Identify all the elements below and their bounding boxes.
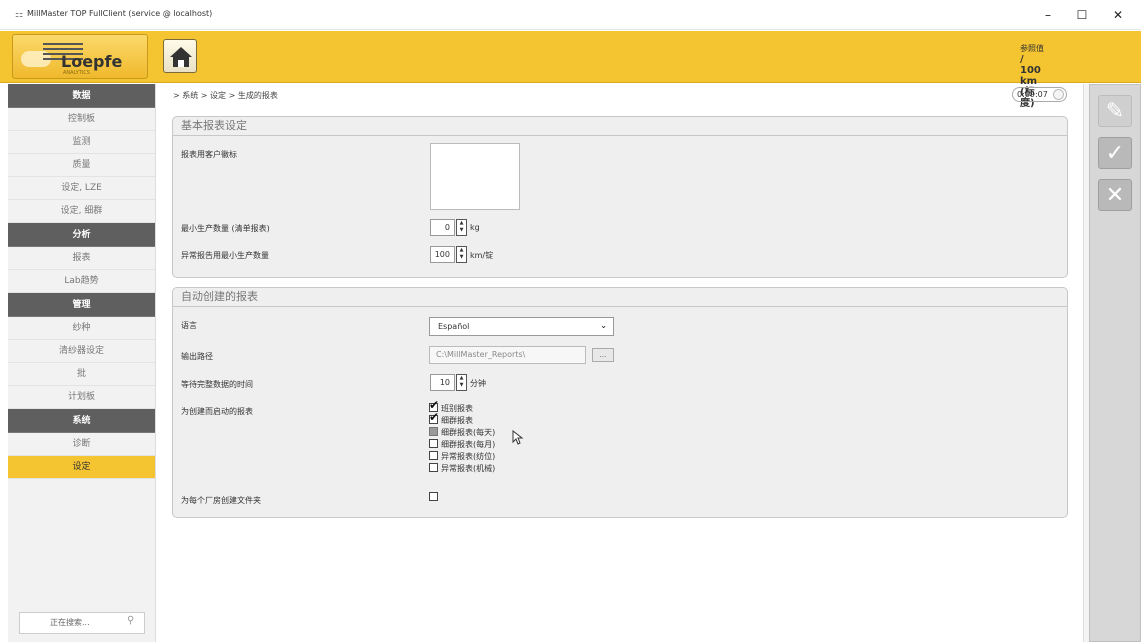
report-label: 细群报表(每月) — [441, 440, 496, 449]
report-label: 异常报表(纺位) — [441, 452, 496, 461]
mouse-cursor-icon — [512, 430, 524, 445]
language-selected-value: Español — [438, 322, 470, 331]
minimize-button[interactable]: – — [1034, 5, 1062, 25]
create-folder-checkbox[interactable] — [429, 492, 441, 502]
close-window-button[interactable]: ✕ — [1104, 5, 1132, 25]
report-checkbox-exception-position[interactable]: 异常报表(纺位) — [429, 451, 495, 462]
exception-min-production-unit: km/锭 — [470, 251, 494, 260]
sidebar-item-monitor[interactable]: 监测 — [8, 131, 155, 154]
sidebar-item-lab-trend[interactable]: Lab趋势 — [8, 270, 155, 293]
sidebar-item-settings-cluster[interactable]: 设定, 细群 — [8, 200, 155, 223]
checkbox-unchecked-icon[interactable] — [429, 492, 438, 501]
sidebar-section-system[interactable]: 系统 — [8, 409, 155, 433]
app-icon: ⚏ — [15, 10, 24, 20]
reference-unit: 参照值 / 100 km (标度) — [1020, 43, 1044, 109]
timer-icon — [1053, 89, 1064, 100]
output-path-label: 输出路径 — [181, 352, 213, 361]
language-label: 语言 — [181, 321, 197, 330]
checkmark-icon: ✓ — [1105, 141, 1125, 166]
sidebar-item-quality[interactable]: 质量 — [8, 154, 155, 177]
sidebar-item-diagnostics[interactable]: 诊断 — [8, 433, 155, 456]
breadcrumb: > 系统 > 设定 > 生成的报表 — [173, 91, 278, 100]
wait-time-stepper[interactable]: ▲ ▼ — [456, 374, 467, 391]
edit-button[interactable]: ✎ — [1098, 95, 1132, 127]
confirm-button[interactable]: ✓ — [1098, 137, 1132, 169]
right-toolbar: ✎ ✓ ✕ — [1083, 84, 1141, 642]
session-timer-value: 0:09:07 — [1017, 90, 1048, 99]
wait-time-input[interactable]: 10 — [430, 374, 455, 391]
min-production-unit: kg — [470, 223, 480, 232]
brand-name: Loepfe — [61, 52, 123, 71]
report-checkbox-cluster[interactable]: 细群报表 — [429, 410, 473, 426]
window-title: MillMaster TOP FullClient (service @ loc… — [27, 9, 213, 18]
report-label: 细群报表 — [441, 416, 473, 425]
sidebar-section-management[interactable]: 管理 — [8, 293, 155, 317]
report-label: 班别报表 — [441, 404, 473, 413]
sidebar-item-dashboard[interactable]: 控制板 — [8, 108, 155, 131]
basic-settings-title: 基本报表设定 — [173, 117, 1067, 136]
search-icon[interactable]: ⚲ — [127, 615, 134, 626]
exception-min-production-input[interactable]: 100 — [430, 246, 455, 263]
min-production-stepper[interactable]: ▲ ▼ — [456, 219, 467, 236]
browse-button[interactable]: ... — [592, 348, 614, 362]
auto-reports-panel: 自动创建的报表 语言 Español ⌄ 输出路径 C:\MillMaster_… — [172, 287, 1068, 518]
checkbox-checked-icon[interactable] — [429, 410, 439, 424]
output-path-field[interactable]: C:\MillMaster_Reports\ — [429, 346, 586, 364]
sidebar-item-reports[interactable]: 报表 — [8, 247, 155, 270]
reference-unit-label: 参照值 — [1020, 44, 1044, 53]
checkbox-unchecked-icon[interactable] — [429, 439, 438, 448]
maximize-button[interactable]: ☐ — [1068, 5, 1096, 25]
sidebar-section-data[interactable]: 数据 — [8, 84, 155, 108]
report-label: 异常报表(机械) — [441, 464, 496, 473]
sidebar-section-analysis[interactable]: 分析 — [8, 223, 155, 247]
min-production-input[interactable]: 0 — [430, 219, 455, 236]
cancel-button[interactable]: ✕ — [1098, 179, 1132, 211]
home-icon — [170, 47, 192, 67]
sidebar: 数据 控制板 监测 质量 设定, LZE 设定, 细群 分析 报表 Lab趋势 … — [8, 84, 156, 642]
action-panel: ✎ ✓ ✕ — [1089, 84, 1141, 642]
home-button[interactable] — [163, 39, 197, 73]
close-icon: ✕ — [1105, 183, 1125, 208]
auto-reports-title: 自动创建的报表 — [173, 288, 1067, 307]
enabled-reports-label: 为创建而启动的报表 — [181, 407, 253, 416]
checkbox-indeterminate-icon[interactable] — [429, 427, 438, 436]
report-label: 细群报表(每天) — [441, 428, 496, 437]
sidebar-item-yarn-types[interactable]: 纱种 — [8, 317, 155, 340]
report-checkbox-cluster-monthly[interactable]: 细群报表(每月) — [429, 439, 495, 450]
create-folder-label: 为每个厂房创建文件夹 — [181, 496, 261, 505]
report-checkbox-exception-machine[interactable]: 异常报表(机械) — [429, 463, 495, 474]
window-titlebar: ⚏ MillMaster TOP FullClient (service @ l… — [0, 0, 1141, 30]
wait-time-unit: 分钟 — [470, 379, 486, 388]
loepfe-logo: Loepfe ANALYTICS — [12, 34, 148, 79]
chevron-down-icon: ⌄ — [600, 321, 607, 330]
sidebar-item-settings[interactable]: 设定 — [8, 456, 155, 479]
exception-min-production-label: 异常报告用最小生产数量 — [181, 251, 269, 260]
customer-logo-box[interactable] — [430, 143, 520, 210]
session-timer: 0:09:07 — [1012, 87, 1067, 102]
basic-report-settings-panel: 基本报表设定 报表用客户徽标 最小生产数量 (清单报表) 0 ▲ ▼ kg 异常报… — [172, 116, 1068, 278]
sidebar-item-lots[interactable]: 批 — [8, 363, 155, 386]
app-header: Loepfe ANALYTICS 参照值 / 100 km (标度) — [0, 31, 1141, 109]
sidebar-item-clearer-settings[interactable]: 清纱器设定 — [8, 340, 155, 363]
brand-subtitle: ANALYTICS — [63, 70, 90, 76]
sidebar-item-planning-board[interactable]: 计划板 — [8, 386, 155, 409]
min-production-label: 最小生产数量 (清单报表) — [181, 224, 270, 233]
report-checkbox-cluster-daily[interactable]: 细群报表(每天) — [429, 427, 495, 438]
exception-min-production-stepper[interactable]: ▲ ▼ — [456, 246, 467, 263]
checkbox-unchecked-icon[interactable] — [429, 463, 438, 472]
checkbox-unchecked-icon[interactable] — [429, 451, 438, 460]
wait-time-label: 等待完整数据的时间 — [181, 380, 253, 389]
sidebar-item-settings-lze[interactable]: 设定, LZE — [8, 177, 155, 200]
customer-logo-label: 报表用客户徽标 — [181, 150, 237, 159]
language-select[interactable]: Español ⌄ — [429, 317, 614, 336]
output-path-value: C:\MillMaster_Reports\ — [436, 350, 526, 359]
pencil-icon: ✎ — [1105, 99, 1125, 124]
